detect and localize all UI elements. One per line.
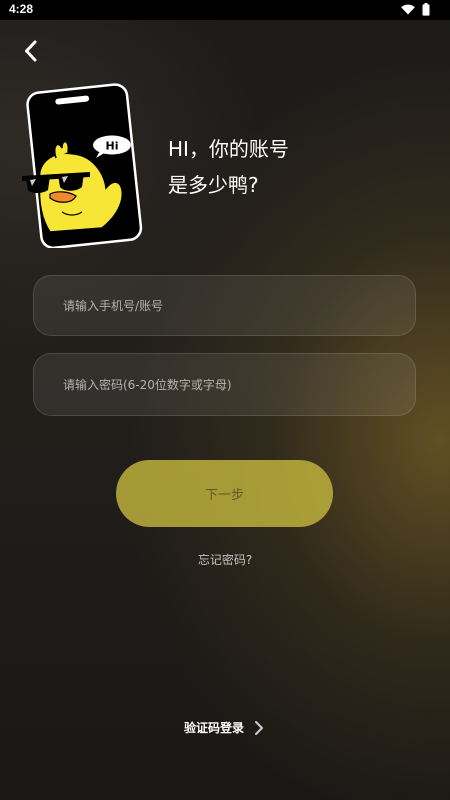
wifi-icon <box>401 4 415 15</box>
status-bar: 4:28 <box>0 0 450 20</box>
greeting-heading: HI，你的账号 是多少鸭? <box>168 131 289 203</box>
next-button[interactable]: 下一步 <box>116 460 333 527</box>
mascot-illustration: Hi <box>18 80 144 250</box>
password-input[interactable] <box>34 354 415 415</box>
account-field[interactable] <box>33 275 416 336</box>
greeting-line-1: HI，你的账号 <box>168 137 289 161</box>
back-button[interactable] <box>16 36 46 66</box>
status-time: 4:28 <box>9 2 34 16</box>
password-field[interactable] <box>33 353 416 416</box>
status-icons <box>401 3 430 16</box>
greeting-line-2: 是多少鸭? <box>168 173 259 197</box>
next-button-label: 下一步 <box>204 488 244 503</box>
speech-bubble-text: Hi <box>106 140 119 153</box>
forgot-password-link[interactable]: 忘记密码? <box>0 551 450 568</box>
account-input[interactable] <box>34 276 415 335</box>
chevron-left-icon <box>25 40 37 62</box>
code-login-link[interactable]: 验证码登录 <box>184 719 264 736</box>
code-login-label: 验证码登录 <box>184 721 245 735</box>
chevron-right-icon <box>255 720 264 735</box>
battery-icon <box>422 3 430 16</box>
duck-phone-mascot: Hi <box>22 83 143 250</box>
forgot-password-label: 忘记密码? <box>197 553 253 567</box>
